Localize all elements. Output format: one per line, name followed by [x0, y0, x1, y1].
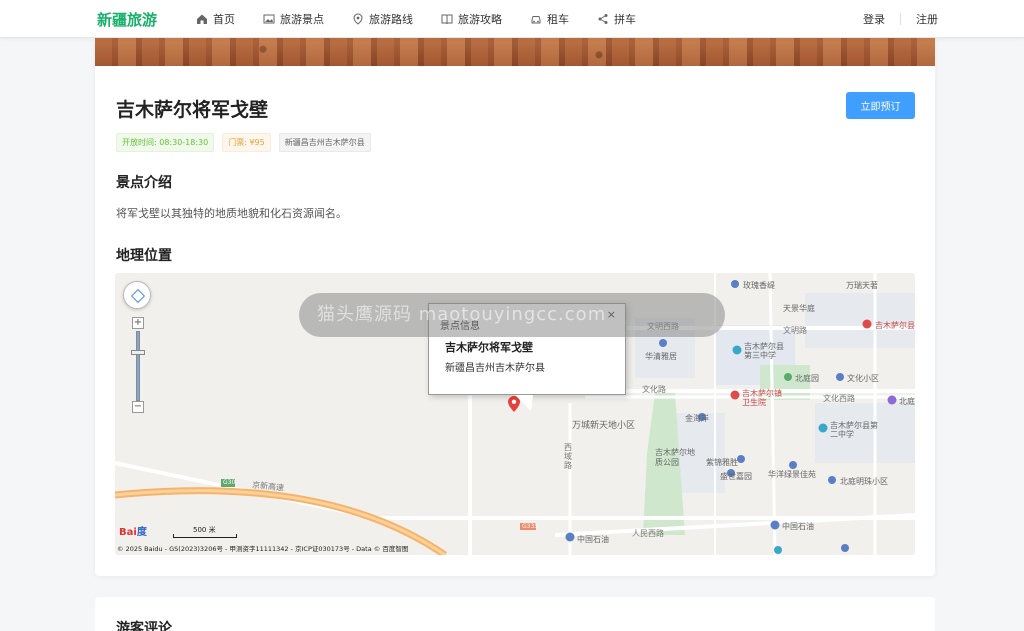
nav-car-rental[interactable]: 租车: [530, 0, 569, 38]
login-link[interactable]: 登录: [863, 11, 885, 27]
reviews-card: 游客评论: [95, 597, 935, 631]
auth-divider: [900, 13, 901, 25]
map-label: 文明路: [783, 326, 807, 335]
map-label: 中国石油: [782, 522, 814, 531]
reviews-heading: 游客评论: [116, 621, 172, 631]
map-label: 吉木萨尔县第三中学: [744, 342, 784, 360]
map-zoom-control: + −: [123, 281, 151, 413]
map-label: 吉木萨尔地质公园: [655, 448, 695, 467]
ticket-price-tag: 门票: ¥95: [222, 133, 271, 152]
info-window-pointer: [515, 395, 533, 411]
nav-carpool-label: 拼车: [614, 13, 636, 26]
location-tag: 新疆昌吉州吉木萨尔县: [278, 133, 371, 152]
site-logo[interactable]: 新疆旅游: [97, 9, 157, 30]
book-now-button[interactable]: 立即预订: [846, 92, 915, 119]
pan-control-icon[interactable]: [123, 281, 151, 309]
attraction-detail-card: 吉木萨尔将军戈壁 立即预订 开放时间: 08:30-18:30 门票: ¥95 …: [95, 38, 935, 576]
map-label: 中国石油: [577, 535, 609, 544]
nav-carpool[interactable]: 拼车: [597, 0, 636, 38]
location-pin-icon: [353, 13, 363, 25]
map-label: 万瑞天著: [846, 281, 878, 290]
map-label: 文化路: [642, 385, 666, 394]
nav-routes-label: 旅游路线: [369, 13, 413, 26]
share-icon: [598, 14, 608, 24]
map-label: 华洋绿景佳苑: [768, 470, 816, 479]
map-label: 玫瑰香缇: [743, 281, 775, 290]
map-label: 万城新天地小区: [572, 421, 636, 431]
zoom-slider[interactable]: [136, 331, 140, 401]
map-label: 西域路: [564, 443, 572, 470]
intro-text: 将军戈壁以其独特的地质地貌和化石资源闻名。: [116, 207, 347, 220]
map-label: 吉木萨尔镇卫生院: [742, 389, 782, 407]
map-label: 北庭明珠小区: [840, 477, 888, 486]
nav-car-rental-label: 租车: [547, 13, 569, 26]
info-tags: 开放时间: 08:30-18:30 门票: ¥95 新疆昌吉州吉木萨尔县: [116, 133, 379, 152]
nav-attractions[interactable]: 旅游景点: [263, 0, 324, 38]
nav-attractions-label: 旅游景点: [280, 13, 324, 26]
map-label: 文化西路: [823, 394, 855, 403]
nav-guides-label: 旅游攻略: [458, 13, 502, 26]
baidu-map-logo: Bai度: [119, 523, 147, 538]
map-label: 天景华庭: [783, 304, 815, 313]
map-label: 文化小区: [847, 374, 879, 383]
map-copyright: © 2025 Baidu - GS(2023)3206号 - 甲测资字11111…: [117, 545, 409, 553]
nav-home-label: 首页: [213, 13, 235, 26]
intro-heading: 景点介绍: [116, 175, 172, 191]
car-icon: [531, 16, 541, 24]
map-label: 紫锦雅胜: [706, 458, 738, 467]
main-nav: 首页 旅游景点 旅游路线 旅游攻略 租车 拼车: [196, 0, 664, 38]
image-icon: [263, 14, 275, 24]
zoom-out-button[interactable]: −: [132, 401, 144, 413]
page-title: 吉木萨尔将军戈壁: [116, 99, 269, 121]
map-label: G335: [522, 523, 539, 530]
location-heading: 地理位置: [116, 248, 172, 264]
nav-home[interactable]: 首页: [196, 0, 235, 38]
map-label: 盛世嘉园: [720, 472, 752, 481]
zoom-in-button[interactable]: +: [132, 317, 144, 329]
map-label: G30: [223, 479, 236, 486]
map-scale-bar: [173, 534, 237, 538]
info-window-address: 新疆昌吉州吉木萨尔县: [445, 363, 545, 374]
hero-image: [95, 38, 935, 66]
map-label: 北庭: [899, 397, 915, 406]
map-label: 人民西路: [632, 529, 664, 538]
top-navbar: 新疆旅游 首页 旅游景点 旅游路线 旅游攻略 租车 拼车 登录 注册: [0, 0, 1024, 38]
auth-links: 登录 注册: [863, 0, 938, 38]
watermark-overlay: 猫头鹰源码 maotouyingcc.com: [299, 293, 725, 337]
opening-hours-tag: 开放时间: 08:30-18:30: [116, 133, 215, 152]
map-label: 华清雅居: [645, 352, 677, 361]
home-icon: [197, 14, 207, 24]
baidu-logo-text-b: 度: [136, 527, 147, 538]
map-label: 金海岸: [685, 414, 709, 423]
nav-routes[interactable]: 旅游路线: [352, 0, 413, 38]
nav-guides[interactable]: 旅游攻略: [441, 0, 502, 38]
book-icon: [441, 14, 453, 25]
map-label: 吉木萨尔县第二中学: [830, 421, 878, 439]
info-window-name: 吉木萨尔将军戈壁: [445, 341, 533, 354]
register-link[interactable]: 注册: [916, 11, 938, 27]
baidu-logo-text-a: Bai: [119, 527, 137, 538]
map-label: 北庭园: [795, 374, 819, 383]
zoom-slider-handle[interactable]: [131, 350, 145, 355]
baidu-map[interactable]: 玫瑰香缇 万瑞天著 天景华庭 文明西路 文明路 吉木萨尔县 华清雅居 吉木萨尔县…: [115, 273, 915, 555]
map-label: 吉木萨尔县: [875, 321, 915, 330]
